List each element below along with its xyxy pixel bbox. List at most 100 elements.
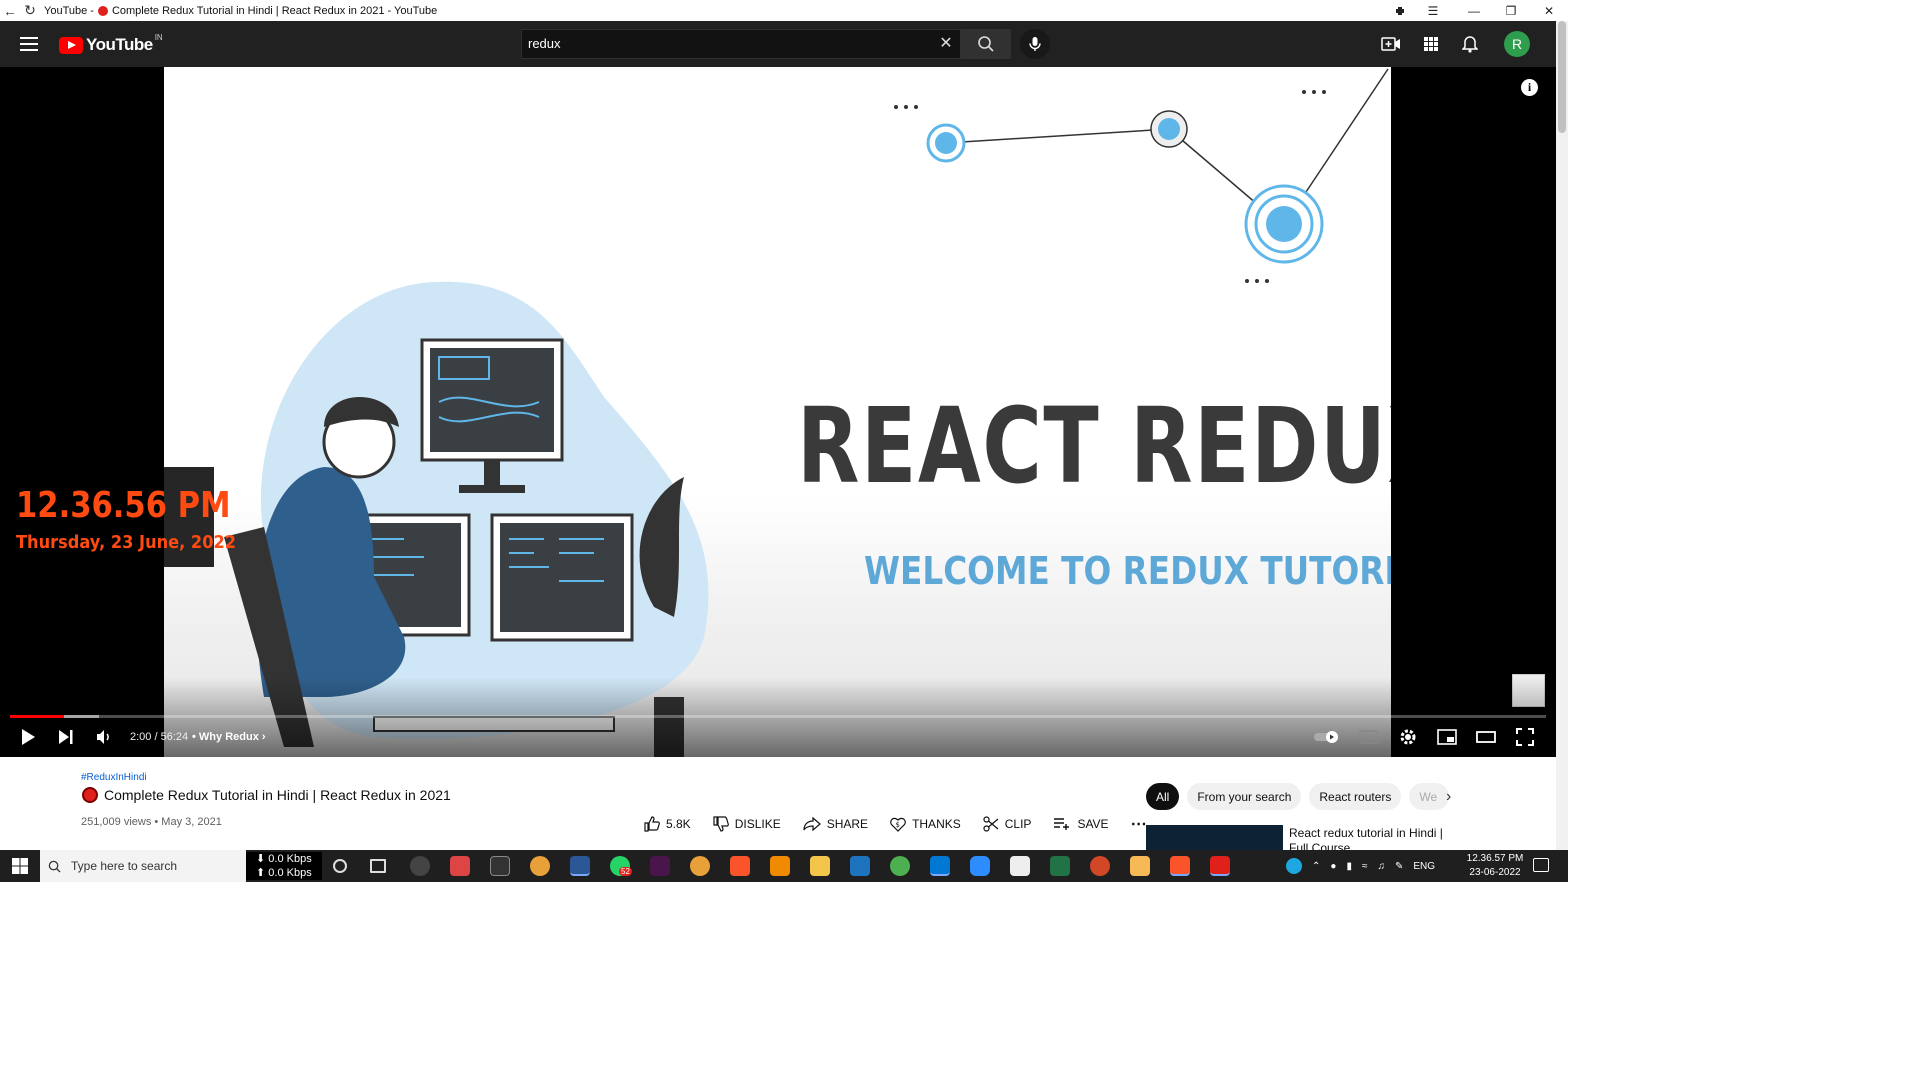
thumbs-down-icon: [713, 816, 729, 832]
youtube-taskbar-icon[interactable]: [1210, 856, 1230, 876]
time-display: 2:00 / 56:24: [130, 731, 189, 743]
like-count: 5.8K: [666, 817, 691, 831]
task-view-icon[interactable]: [370, 859, 386, 873]
whatsapp-badge: 52: [619, 867, 632, 876]
menu-icon[interactable]: [20, 37, 38, 51]
chrome-icon[interactable]: [530, 856, 550, 876]
language-indicator[interactable]: ENG: [1413, 861, 1435, 872]
recommendation-thumbnail[interactable]: [1146, 825, 1283, 850]
like-button[interactable]: 5.8K: [644, 816, 691, 832]
chip-all[interactable]: All: [1146, 783, 1180, 810]
taskbar-clock[interactable]: 12.36.57 PM 23-06-2022: [1462, 852, 1528, 880]
window-title: YouTube - Complete Redux Tutorial in Hin…: [44, 5, 437, 17]
taskbar-search[interactable]: Type here to search: [40, 850, 246, 882]
search-button[interactable]: [961, 29, 1011, 59]
restore-icon[interactable]: ❐: [1492, 0, 1530, 21]
video-hashtag[interactable]: #ReduxInHindi: [81, 772, 147, 783]
settings-button[interactable]: [1397, 727, 1419, 747]
zoom-icon[interactable]: [970, 856, 990, 876]
recommendation-title[interactable]: React redux tutorial in Hindi | Full Cou…: [1289, 826, 1459, 850]
chip-react-routers[interactable]: React routers: [1309, 783, 1402, 810]
clip-button[interactable]: CLIP: [983, 816, 1031, 832]
mic-tray-icon[interactable]: ●: [1330, 861, 1336, 872]
obs-icon[interactable]: [410, 856, 430, 876]
word-icon[interactable]: [570, 856, 590, 876]
snipping-tool-icon[interactable]: [1010, 856, 1030, 876]
save-label: SAVE: [1077, 817, 1109, 831]
file-explorer-icon[interactable]: [810, 856, 830, 876]
photos-icon[interactable]: [850, 856, 870, 876]
filter-chips: All From your search React routers We: [1146, 783, 1450, 810]
scrollbar-thumb[interactable]: [1558, 21, 1566, 133]
chip-from-your-search[interactable]: From your search: [1187, 783, 1302, 810]
avatar[interactable]: R: [1504, 31, 1530, 57]
powerpoint-icon[interactable]: [1090, 856, 1110, 876]
youtube-logo[interactable]: YouTube IN: [59, 33, 163, 55]
video-player[interactable]: REACT REDUX WELCOME TO REDUX TUTORIAL i …: [0, 67, 1556, 757]
miniplayer-button[interactable]: [1436, 727, 1458, 747]
slack-icon[interactable]: [650, 856, 670, 876]
taskbar-search-placeholder: Type here to search: [71, 859, 178, 873]
voice-search-button[interactable]: [1020, 29, 1050, 59]
chrome-profile-icon[interactable]: [690, 856, 710, 876]
search-icon: [978, 36, 994, 52]
chip-partial[interactable]: We: [1409, 783, 1450, 810]
dislike-label: DISLIKE: [734, 817, 781, 831]
vscode-icon[interactable]: [930, 856, 950, 876]
chapter-title[interactable]: • Why Redux ›: [192, 731, 266, 743]
app-icon-red[interactable]: [450, 856, 470, 876]
close-icon[interactable]: ✕: [1530, 0, 1568, 21]
network-speed-widget: ⬇ 0.0 Kbps ⬆ 0.0 Kbps: [246, 852, 322, 880]
video-title-text: Complete Redux Tutorial in Hindi | React…: [104, 787, 451, 803]
cortana-icon[interactable]: [333, 859, 347, 873]
excel-icon[interactable]: [1050, 856, 1070, 876]
browser-menu-icon[interactable]: ☰: [1414, 0, 1452, 21]
chevron-up-icon[interactable]: ⌃: [1312, 861, 1320, 872]
chrome-alt-icon[interactable]: [890, 856, 910, 876]
battery-icon[interactable]: ▮: [1346, 861, 1352, 872]
page-scrollbar[interactable]: [1556, 21, 1568, 850]
notification-center-icon[interactable]: [1533, 858, 1549, 872]
autoplay-icon: [1314, 731, 1338, 743]
more-actions-button[interactable]: ⋯: [1131, 814, 1148, 834]
create-icon[interactable]: [1380, 33, 1402, 55]
chevron-right-icon[interactable]: ›: [1446, 788, 1451, 806]
theater-mode-button[interactable]: [1475, 727, 1497, 747]
system-tray: ⌃ ● ▮ ≈ ♫ ✎ ENG: [1286, 850, 1435, 882]
brave-active-icon[interactable]: [1170, 856, 1190, 876]
help-icon[interactable]: [1286, 858, 1302, 874]
save-button[interactable]: SAVE: [1053, 817, 1109, 831]
fullscreen-button[interactable]: [1514, 727, 1536, 747]
media-player-icon[interactable]: [1130, 856, 1150, 876]
next-button[interactable]: [56, 727, 76, 747]
live-dot-icon: [97, 5, 108, 16]
windows-start-button[interactable]: [0, 850, 40, 882]
thanks-button[interactable]: $ THANKS: [890, 816, 961, 832]
reload-icon[interactable]: ↻: [20, 2, 40, 19]
mute-button[interactable]: [94, 727, 114, 747]
autoplay-toggle[interactable]: [1312, 727, 1342, 747]
dislike-button[interactable]: DISLIKE: [713, 816, 781, 832]
play-button[interactable]: [18, 727, 38, 747]
chapter-label: Why Redux: [198, 731, 259, 743]
progress-bar[interactable]: [10, 715, 1546, 718]
video-frame[interactable]: REACT REDUX WELCOME TO REDUX TUTORIAL: [164, 67, 1391, 757]
clock-app-icon[interactable]: [490, 856, 510, 876]
search-input[interactable]: redux: [521, 29, 961, 59]
minimize-icon[interactable]: —: [1455, 0, 1493, 21]
pen-icon[interactable]: ✎: [1395, 861, 1403, 872]
volume-icon: [97, 730, 109, 744]
vlc-icon[interactable]: [770, 856, 790, 876]
share-button[interactable]: SHARE: [803, 817, 868, 831]
brave-icon[interactable]: [730, 856, 750, 876]
back-icon[interactable]: ←: [0, 3, 20, 19]
bell-icon[interactable]: [1459, 33, 1481, 55]
thumbnail-headline: REACT REDUX: [797, 385, 1391, 507]
speaker-icon[interactable]: ♫: [1377, 861, 1385, 872]
wifi-icon[interactable]: ≈: [1362, 861, 1368, 872]
info-icon[interactable]: i: [1521, 79, 1538, 96]
taskbar-clock-date: 23-06-2022: [1469, 867, 1521, 878]
subtitles-button[interactable]: CC: [1358, 727, 1380, 747]
apps-icon[interactable]: [1420, 33, 1442, 55]
clear-search-icon[interactable]: ✕: [936, 33, 956, 53]
